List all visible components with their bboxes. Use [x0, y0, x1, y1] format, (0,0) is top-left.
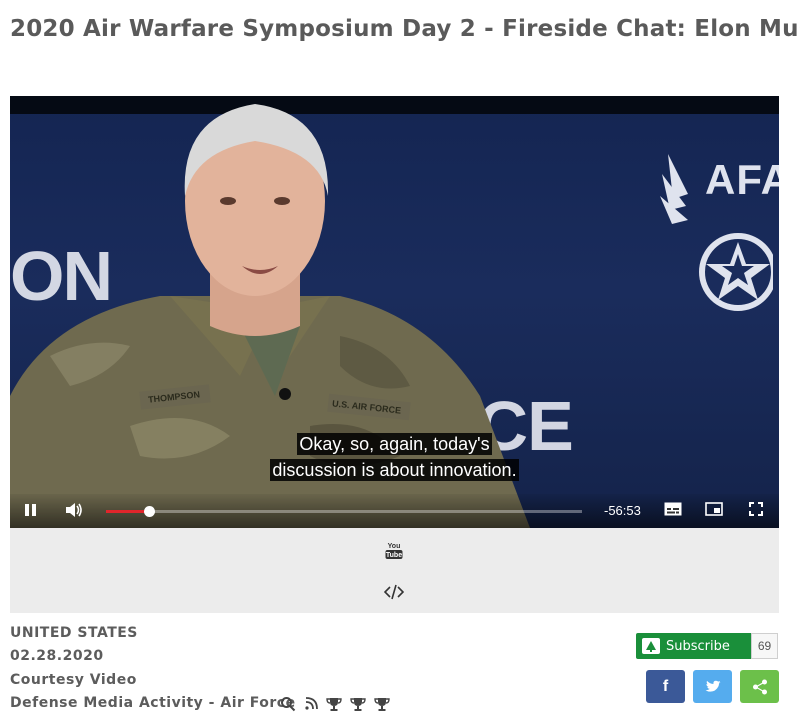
location: UNITED STATES [10, 625, 138, 641]
video-controls: -56:53 [10, 494, 779, 528]
picture-in-picture-icon[interactable] [705, 502, 723, 520]
subscriber-count: 69 [751, 633, 778, 659]
caption-line-1: Okay, so, again, today's [10, 433, 779, 455]
credit: Courtesy Video [10, 672, 137, 688]
facebook-share-button[interactable]: f [646, 670, 685, 703]
progress-track[interactable] [106, 510, 582, 513]
caption-line-2: discussion is about innovation. [10, 459, 779, 481]
youtube-icon-text-top: You [388, 543, 401, 550]
date: 02.28.2020 [10, 648, 104, 664]
volume-icon[interactable] [65, 502, 83, 522]
youtube-icon[interactable]: You Tube [384, 540, 404, 560]
unit-icons [280, 696, 390, 712]
trophy-icon[interactable] [350, 696, 366, 712]
trophy-icon[interactable] [326, 696, 342, 712]
rss-icon[interactable] [304, 697, 318, 711]
trophy-icon[interactable] [374, 696, 390, 712]
captions-icon[interactable] [664, 502, 682, 520]
caption-text-2: discussion is about innovation. [270, 459, 519, 481]
fullscreen-icon[interactable] [749, 502, 763, 520]
facebook-icon: f [662, 677, 669, 695]
progress-handle[interactable] [143, 506, 155, 517]
subscribe-label: Subscribe [666, 638, 730, 654]
twitter-share-button[interactable] [693, 670, 732, 703]
page-title: 2020 Air Warfare Symposium Day 2 - Fires… [10, 16, 800, 42]
pause-icon[interactable] [24, 502, 38, 522]
subscribe-icon [642, 638, 660, 654]
subscribe-button[interactable]: Subscribe [636, 633, 751, 659]
video-player[interactable]: ON RCE AFA THOMPSON U.S. AIR FORCE Okay,… [10, 96, 779, 528]
youtube-icon-text-bottom: Tube [386, 552, 402, 559]
unit-link[interactable]: Defense Media Activity - Air Force [10, 695, 296, 711]
share-bar: You Tube [10, 528, 779, 613]
share-icon [752, 679, 767, 694]
time-remaining: -56:53 [604, 503, 641, 518]
caption-text-1: Okay, so, again, today's [297, 433, 492, 455]
embed-code-icon[interactable] [383, 583, 405, 601]
twitter-icon [705, 680, 720, 692]
search-icon[interactable] [280, 696, 296, 712]
progress-played [106, 510, 149, 513]
share-button[interactable] [740, 670, 779, 703]
